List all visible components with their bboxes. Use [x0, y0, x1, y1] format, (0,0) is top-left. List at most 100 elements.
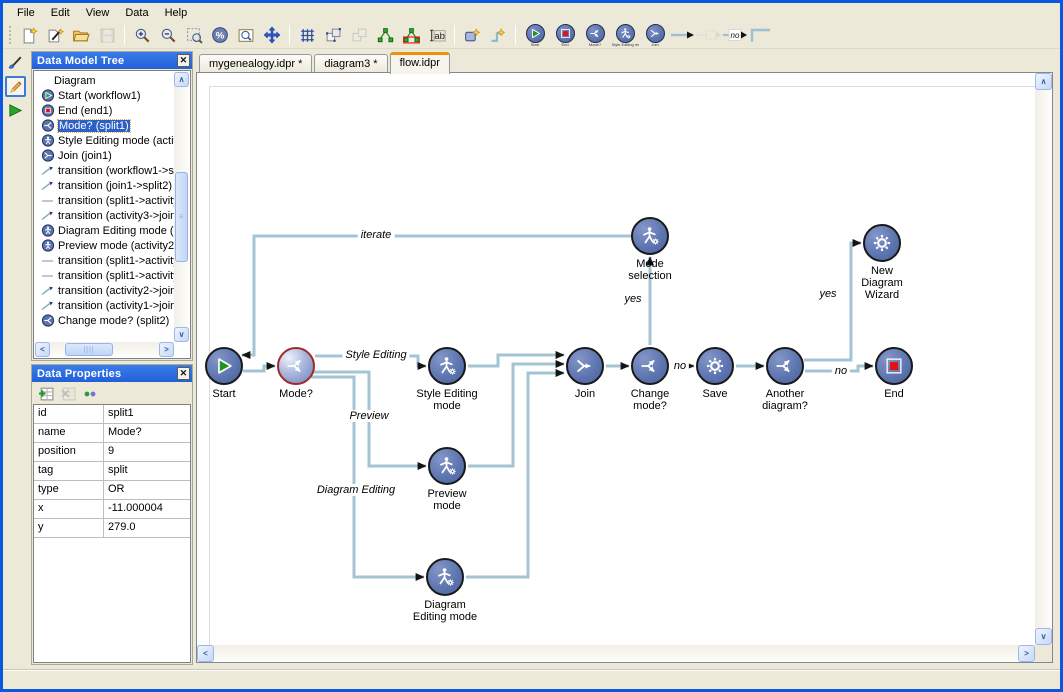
tree-item[interactable]: transition (split1->activity	[35, 253, 174, 268]
tree-item[interactable]: Start (workflow1)	[35, 88, 174, 103]
tree-item[interactable]: Preview mode (activity2)	[35, 238, 174, 253]
dots-toggle-button[interactable]	[81, 385, 99, 403]
property-value[interactable]: 9	[104, 443, 190, 461]
group-button[interactable]	[321, 23, 345, 47]
tree-item[interactable]: transition (activity3->join	[35, 208, 174, 223]
edge-label[interactable]: no	[832, 365, 850, 377]
tree-scroll-right-icon[interactable]: >	[159, 342, 174, 357]
edit-label-button[interactable]: ab	[425, 23, 449, 47]
canvas-scroll-up-icon[interactable]: ∧	[1035, 73, 1052, 90]
pan-button[interactable]	[260, 23, 284, 47]
diagram-node-mode-[interactable]	[277, 347, 315, 385]
tree-item[interactable]: Style Editing mode (activi	[35, 133, 174, 148]
property-value[interactable]: Mode?	[104, 424, 190, 442]
tree-item[interactable]: transition (split1->activity	[35, 268, 174, 283]
diagram-node-preview[interactable]	[428, 447, 466, 485]
diagram-node-another[interactable]	[766, 347, 804, 385]
tree-item[interactable]: transition (join1->split2)	[35, 178, 174, 193]
template-elbow-connector-button[interactable]	[749, 23, 773, 47]
diagram-node-save[interactable]	[696, 347, 734, 385]
overview-button[interactable]	[234, 23, 258, 47]
tree-item[interactable]: End (end1)	[35, 103, 174, 118]
property-value[interactable]: split	[104, 462, 190, 480]
main-toolbar: % ab StartEndMode?Style Editing modeJoin no	[3, 22, 1060, 49]
tab-mygenealogy-idpr-[interactable]: mygenealogy.idpr *	[199, 54, 312, 73]
edge-label[interactable]: no	[671, 360, 689, 372]
diagram-node-style-editing[interactable]	[428, 347, 466, 385]
tree-item[interactable]: Diagram	[35, 73, 174, 88]
canvas-scroll-right-icon[interactable]: >	[1018, 645, 1035, 662]
tab-flow-idpr[interactable]: flow.idpr	[390, 52, 450, 74]
diagram-node-new[interactable]	[863, 224, 901, 262]
diagram-node-diagram[interactable]	[426, 558, 464, 596]
template-activity-node-button[interactable]: Style Editing mode	[611, 22, 639, 48]
tab-diagram3-[interactable]: diagram3 *	[314, 54, 387, 73]
data-properties-close-icon[interactable]: ✕	[177, 367, 190, 380]
edge-label[interactable]: Diagram Editing	[314, 484, 398, 496]
style-brush-tool[interactable]	[5, 52, 26, 73]
grid-button[interactable]	[295, 23, 319, 47]
property-row: tagsplit	[34, 462, 190, 481]
edge-label[interactable]: yes	[624, 293, 641, 305]
menu-help[interactable]: Help	[157, 5, 196, 21]
template-end-node-button[interactable]: End	[551, 22, 579, 48]
tree-horizontal-scroll-thumb[interactable]: ||||	[65, 343, 113, 356]
diagram-node-change[interactable]	[631, 347, 669, 385]
property-value[interactable]: -11.000004	[104, 500, 190, 518]
template-start-node-button[interactable]: Start	[521, 22, 549, 48]
data-model-tree-close-icon[interactable]: ✕	[177, 54, 190, 67]
add-property-button[interactable]	[37, 385, 55, 403]
property-value[interactable]: 279.0	[104, 519, 190, 537]
edge-label[interactable]: Preview	[346, 410, 391, 422]
menu-data[interactable]: Data	[117, 5, 156, 21]
canvas-horizontal-scrollbar[interactable]: < >	[197, 645, 1035, 662]
tree-item[interactable]: Join (join1)	[35, 148, 174, 163]
zoom-area-button[interactable]	[182, 23, 206, 47]
diagram-node-start[interactable]	[205, 347, 243, 385]
diagram-node-mode[interactable]	[631, 217, 669, 255]
canvas-vertical-scrollbar[interactable]: ∧ ∨	[1035, 73, 1052, 645]
tree-scroll-up-icon[interactable]: ∧	[174, 72, 189, 87]
tree-vertical-scrollbar[interactable]: ∧ ≡ ∨	[174, 72, 189, 342]
edge-label[interactable]: iterate	[358, 229, 395, 241]
edit-pencil-tool[interactable]	[5, 76, 26, 97]
zoom-out-button[interactable]	[156, 23, 180, 47]
tree-item[interactable]: transition (activity2->join	[35, 283, 174, 298]
new-document-button[interactable]	[17, 23, 41, 47]
tree-scroll-down-icon[interactable]: ∨	[174, 327, 189, 342]
zoom-percent-button[interactable]: %	[208, 23, 232, 47]
zoom-in-button[interactable]	[130, 23, 154, 47]
tree-horizontal-scrollbar[interactable]: < |||| >	[35, 342, 174, 357]
property-value[interactable]: OR	[104, 481, 190, 499]
menu-view[interactable]: View	[78, 5, 118, 21]
new-connector-button[interactable]	[486, 23, 510, 47]
tree-item[interactable]: Mode? (split1)	[35, 118, 174, 133]
diagram-node-end[interactable]	[875, 347, 913, 385]
tree-layout-button[interactable]	[373, 23, 397, 47]
tree-vertical-scroll-thumb[interactable]: ≡	[175, 172, 188, 262]
menu-file[interactable]: File	[9, 5, 43, 21]
template-arrow-button[interactable]	[671, 23, 695, 47]
template-join-node-button[interactable]: Join	[641, 22, 669, 48]
menu-edit[interactable]: Edit	[43, 5, 78, 21]
tree-item[interactable]: Diagram Editing mode (ac	[35, 223, 174, 238]
tree-layout-select-button[interactable]	[399, 23, 423, 47]
tree-item[interactable]: Change mode? (split2)	[35, 313, 174, 328]
canvas-scroll-down-icon[interactable]: ∨	[1035, 628, 1052, 645]
property-value[interactable]: split1	[104, 405, 190, 423]
open-button[interactable]	[69, 23, 93, 47]
template-split-node-button[interactable]: Mode?	[581, 22, 609, 48]
tree-item[interactable]: transition (split1->activity	[35, 193, 174, 208]
wizard-button[interactable]	[43, 23, 67, 47]
diagram-canvas[interactable]: iterate Style Editing Preview Diagram Editi…	[197, 73, 1035, 645]
canvas-scroll-left-icon[interactable]: <	[197, 645, 214, 662]
run-tool[interactable]	[5, 100, 26, 121]
tree-item[interactable]: transition (activity1->join	[35, 298, 174, 313]
data-model-tree-titlebar: Data Model Tree ✕	[32, 52, 192, 69]
template-arrow-no-button[interactable]: no	[723, 23, 747, 47]
new-shape-button[interactable]	[460, 23, 484, 47]
tree-scroll-left-icon[interactable]: <	[35, 342, 50, 357]
diagram-node-join[interactable]	[566, 347, 604, 385]
tree-item[interactable]: transition (workflow1->sp	[35, 163, 174, 178]
edge-label[interactable]: Style Editing	[342, 349, 409, 361]
